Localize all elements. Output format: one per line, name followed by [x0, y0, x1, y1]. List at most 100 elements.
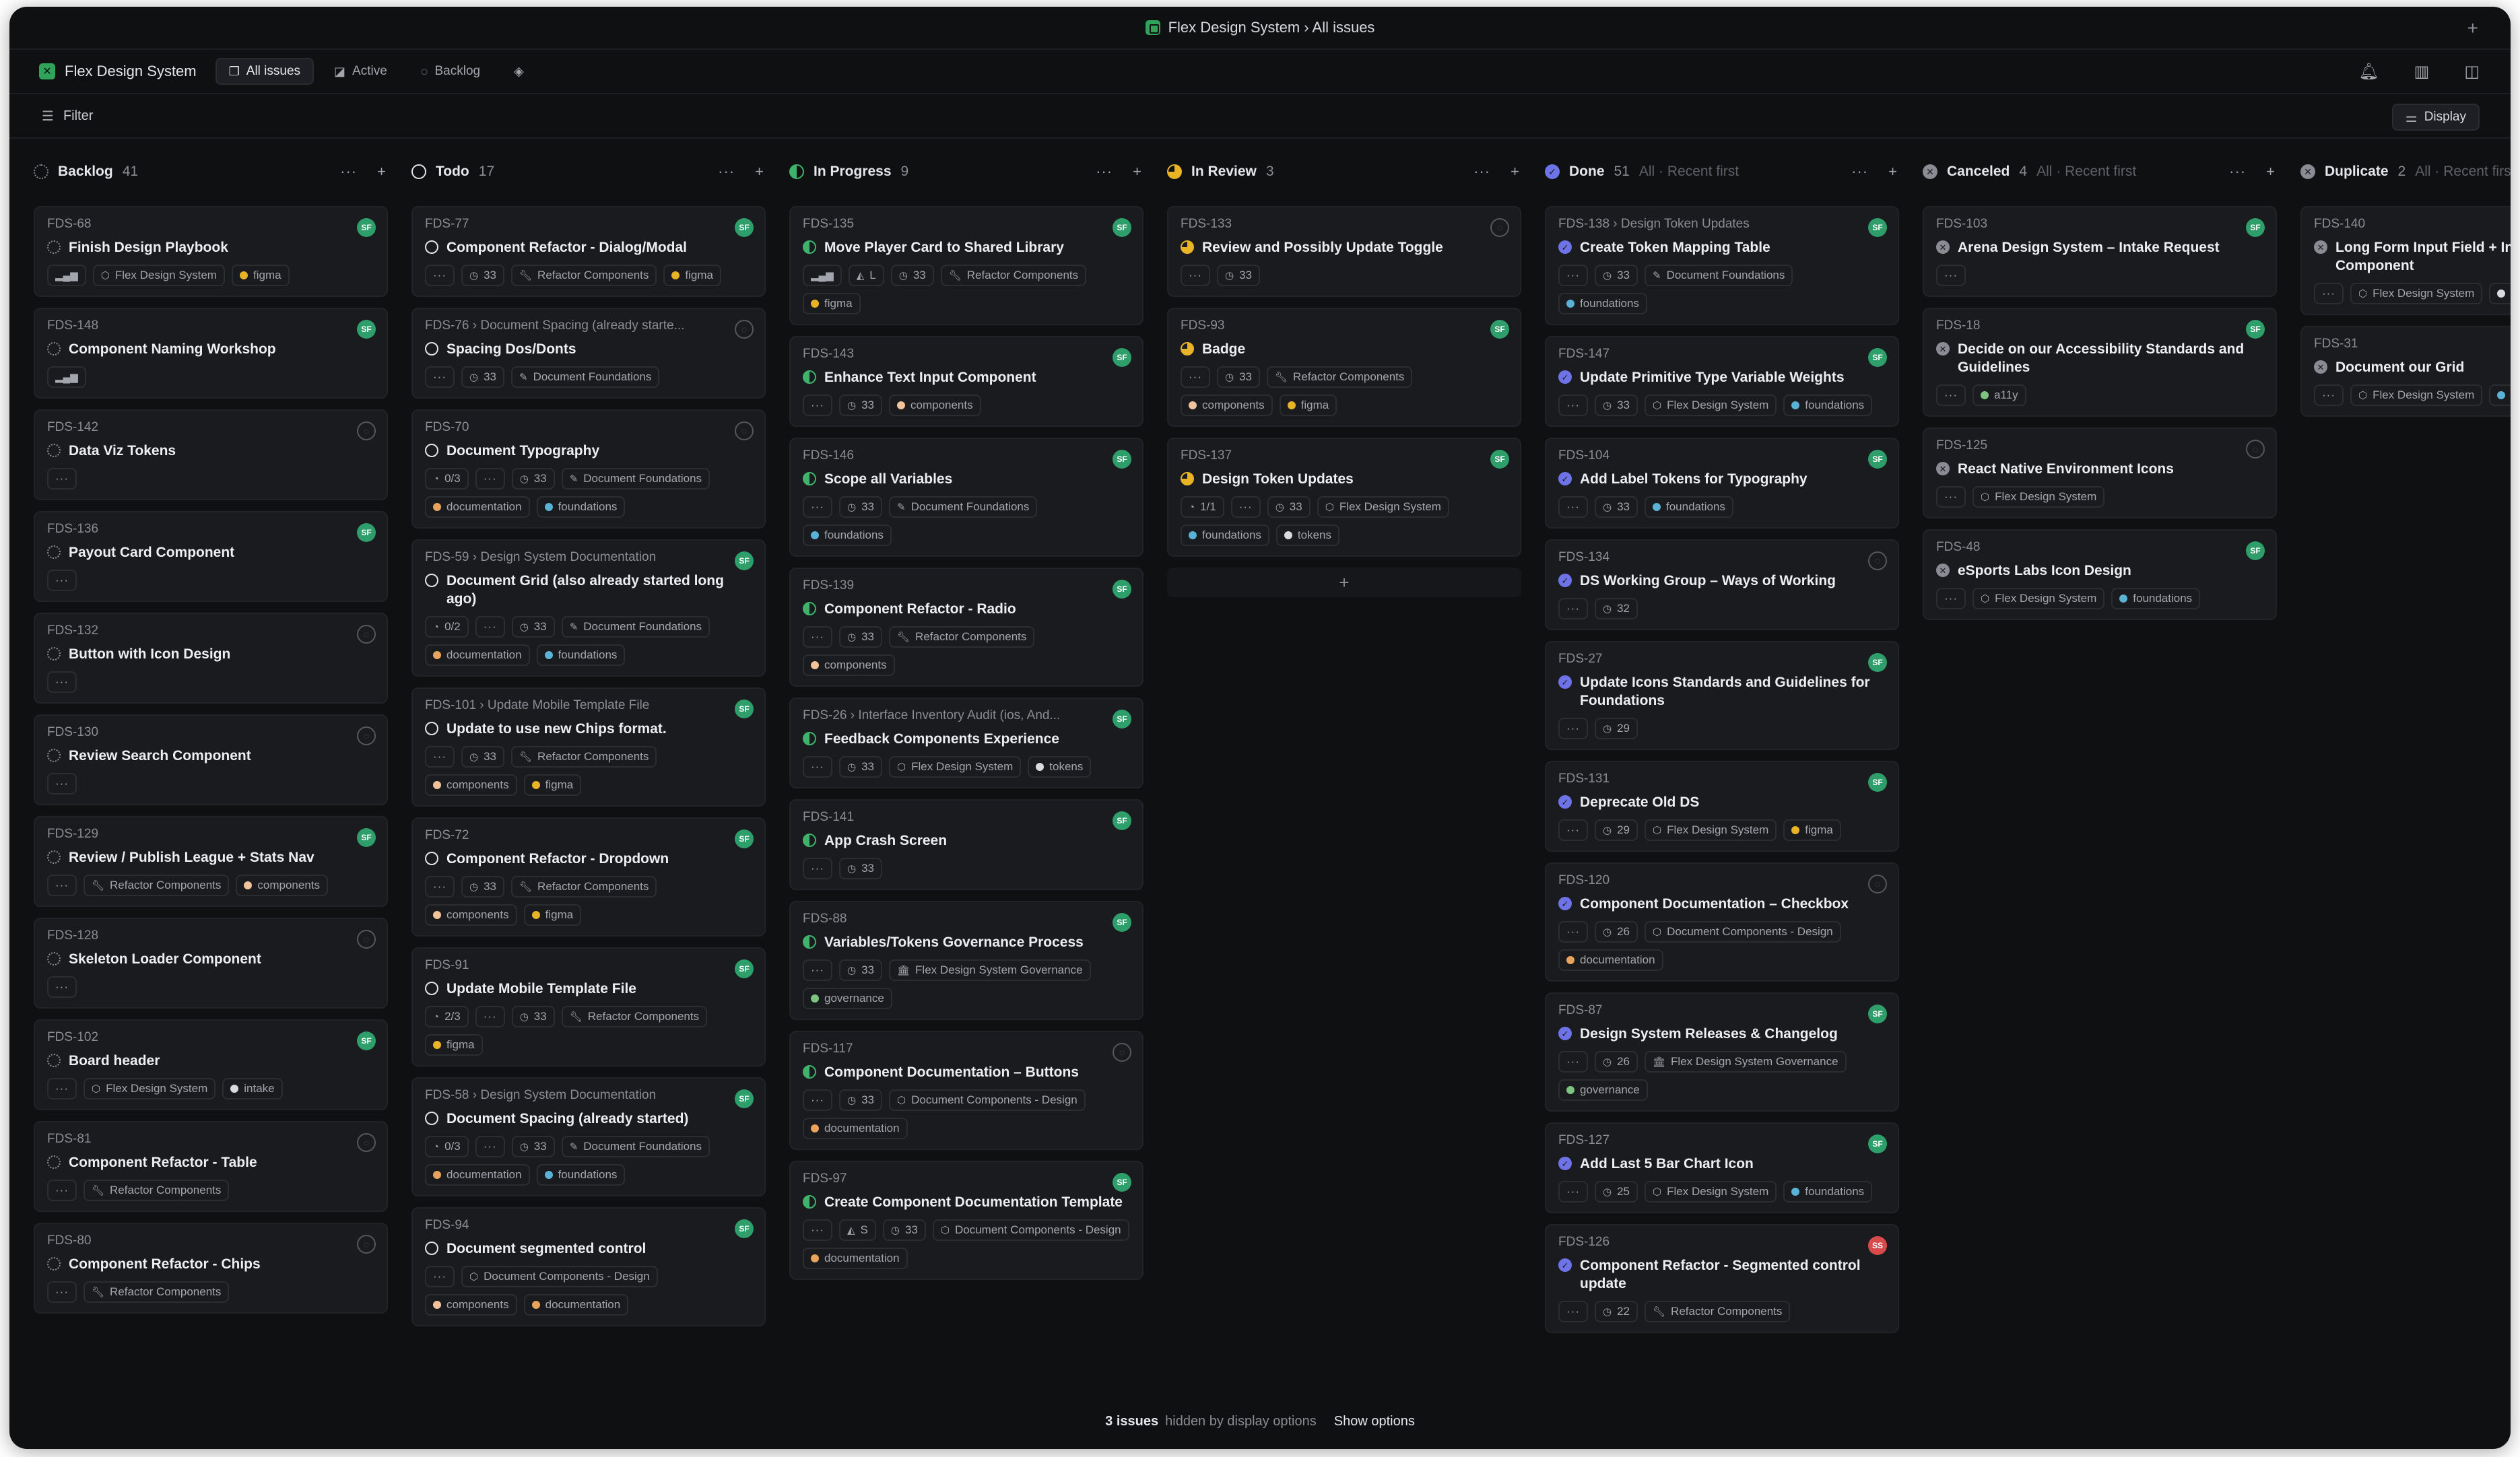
issue-card[interactable]: FDS-125 ◌ ✕ React Native Environment Icons ·… — [1923, 428, 2277, 518]
backlog-status-icon[interactable] — [47, 444, 61, 457]
issue-card[interactable]: FDS-26 › Interface Inventory Audit (ios,… — [789, 698, 1143, 788]
done-status-icon[interactable]: ✓ — [1545, 164, 1560, 179]
assignee-avatar[interactable]: SF — [357, 523, 376, 542]
priority-none-chip[interactable]: ··· — [803, 858, 832, 879]
unassigned-icon[interactable]: ◌ — [735, 421, 754, 440]
assignee-avatar[interactable]: SF — [2246, 320, 2265, 339]
wrench-chip[interactable]: 🔧︎ Refactor Components — [940, 265, 1087, 286]
todo-status-icon[interactable] — [425, 722, 438, 735]
label-chip[interactable]: documentation — [425, 496, 530, 518]
priority-none-chip[interactable]: ··· — [803, 1089, 832, 1111]
progress-chip[interactable]: ◔ 0/3 — [425, 468, 469, 489]
assignee-avatar[interactable]: SF — [357, 828, 376, 847]
backlog-status-icon[interactable] — [47, 1155, 61, 1169]
unassigned-icon[interactable]: ◌ — [1490, 218, 1509, 237]
todo-status-icon[interactable] — [425, 574, 438, 587]
tab-active[interactable]: ◪ Active — [321, 58, 401, 85]
issue-card[interactable]: FDS-102 SF Board header ··· ⬡ Flex Design Sys… — [34, 1019, 388, 1110]
todo-status-icon[interactable] — [425, 444, 438, 457]
workspace-switcher[interactable]: ✕ Flex Design System — [39, 63, 197, 80]
in-progress-status-icon[interactable] — [803, 240, 816, 254]
pencil-ruler-chip[interactable]: ✎ Document Foundations — [889, 496, 1038, 518]
label-chip[interactable]: intake — [2489, 283, 2511, 304]
issue-card[interactable]: FDS-27 SF ✓ Update Icons Standards and Guid… — [1545, 641, 1899, 750]
assignee-avatar[interactable]: SF — [735, 218, 754, 237]
label-chip[interactable]: documentation — [803, 1118, 908, 1139]
priority-none-chip[interactable]: ··· — [1936, 384, 1966, 406]
assignee-avatar[interactable]: SF — [1113, 348, 1131, 367]
label-chip[interactable]: figma — [523, 904, 582, 926]
label-chip[interactable]: documentation — [425, 1164, 530, 1186]
add-card-button[interactable]: + — [1167, 568, 1521, 597]
done-status-icon[interactable]: ✓ — [1558, 1027, 1572, 1040]
pencil-ruler-chip[interactable]: ✎ Document Foundations — [1645, 265, 1793, 286]
issue-card[interactable]: FDS-136 SF Payout Card Component ··· — [34, 511, 388, 602]
issue-card[interactable]: FDS-129 SF Review / Publish League + Stats… — [34, 816, 388, 907]
assignee-avatar[interactable]: SF — [1868, 1005, 1887, 1023]
estimate-chip[interactable]: ◷ 33 — [1267, 496, 1311, 518]
assignee-avatar[interactable]: SF — [735, 1089, 754, 1108]
priority-none-chip[interactable]: ··· — [425, 746, 455, 768]
label-chip[interactable]: figma — [523, 774, 582, 796]
issue-card[interactable]: FDS-147 SF ✓ Update Primitive Type Variable… — [1545, 336, 1899, 427]
assignee-avatar[interactable]: SF — [1113, 1173, 1131, 1192]
assignee-avatar[interactable]: SF — [1113, 450, 1131, 469]
priority-none-chip[interactable]: ··· — [1558, 819, 1588, 841]
priority-none-chip[interactable]: ··· — [1558, 718, 1588, 739]
canceled-status-icon[interactable]: ✕ — [1936, 240, 1950, 254]
issue-card[interactable]: FDS-58 › Design System Documentation SF Do… — [411, 1077, 766, 1196]
project-chip[interactable]: ⬡ Flex Design System — [83, 1078, 216, 1099]
issue-card[interactable]: FDS-101 › Update Mobile Template File SF U… — [411, 687, 766, 807]
label-chip[interactable]: documentation — [425, 644, 530, 666]
estimate-chip[interactable]: ◷ 33 — [1216, 265, 1260, 286]
backlog-status-icon[interactable] — [47, 749, 61, 762]
estimate-chip[interactable]: ◷ 29 — [1594, 718, 1638, 739]
estimate-chip[interactable]: ◷ 26 — [1594, 921, 1638, 943]
estimate-chip[interactable]: ◷ 33 — [511, 468, 555, 489]
issue-card[interactable]: FDS-72 SF Component Refactor - Dropdown ···… — [411, 817, 766, 937]
label-chip[interactable]: figma — [425, 1034, 483, 1056]
issue-card[interactable]: FDS-140◌✕Long Form Input Field + Input F… — [2300, 206, 2511, 315]
project-chip[interactable]: ⬡ Flex Design System — [1972, 588, 2105, 609]
label-chip[interactable]: foundations — [2111, 588, 2201, 609]
canceled-status-icon[interactable]: ✕ — [1936, 342, 1950, 355]
issue-card[interactable]: FDS-135 SF Move Player Card to Shared Libr… — [789, 206, 1143, 325]
assignee-avatar[interactable]: SF — [1868, 1134, 1887, 1153]
tab-all-issues[interactable]: ❐ All issues — [215, 58, 314, 85]
wrench-chip[interactable]: 🔧︎ Refactor Components — [511, 746, 657, 768]
label-chip[interactable]: documentation — [1558, 949, 1663, 971]
unassigned-icon[interactable]: ◌ — [2246, 440, 2265, 459]
issue-card[interactable]: FDS-131 SF ✓ Deprecate Old DS ··· ◷ 29 ⬡ Flex De… — [1545, 761, 1899, 852]
priority-none-chip[interactable]: ··· — [1230, 496, 1261, 518]
issue-card[interactable]: FDS-104 SF ✓ Add Label Tokens for Typograph… — [1545, 438, 1899, 529]
notifications-icon[interactable]: 🔔︎ — [2358, 62, 2379, 81]
more-icon[interactable]: ··· — [1096, 163, 1113, 180]
in-progress-status-icon[interactable] — [803, 602, 816, 615]
issue-card[interactable]: FDS-88 SF Variables/Tokens Governance Proc… — [789, 901, 1143, 1020]
in-review-status-icon[interactable] — [1181, 472, 1194, 485]
issue-card[interactable]: FDS-68 SF Finish Design Playbook ▂▄▆ ⬡ Flex D… — [34, 206, 388, 297]
estimate-chip[interactable]: ◷ 33 — [511, 1006, 555, 1027]
filter-button[interactable]: Filter — [63, 108, 93, 124]
done-status-icon[interactable]: ✓ — [1558, 370, 1572, 384]
issue-card[interactable]: FDS-128 ◌ Skeleton Loader Component ··· — [34, 918, 388, 1009]
label-chip[interactable]: foundations — [536, 1164, 626, 1186]
issue-card[interactable]: FDS-143 SF Enhance Text Input Component ···… — [789, 336, 1143, 427]
project-chip[interactable]: ⬡ Flex Design System — [1317, 496, 1449, 518]
label-chip[interactable]: foundations — [1181, 524, 1269, 546]
issue-card[interactable]: FDS-142 ◌ Data Viz Tokens ··· — [34, 409, 388, 500]
more-icon[interactable]: ··· — [1473, 163, 1490, 180]
label-chip[interactable]: governance — [1558, 1079, 1648, 1101]
priority-none-chip[interactable]: ··· — [2314, 283, 2344, 304]
done-status-icon[interactable]: ✓ — [1558, 240, 1572, 254]
backlog-status-icon[interactable] — [47, 1054, 61, 1067]
project-chip[interactable]: ⬡ Flex Design System — [2350, 384, 2483, 406]
column-sort-meta[interactable]: All · Recent first — [2036, 164, 2136, 180]
priority-none-chip[interactable]: ··· — [803, 395, 832, 416]
unassigned-icon[interactable]: ◌ — [357, 726, 376, 745]
issue-card[interactable]: FDS-70 ◌ Document Typography ◔ 0/3 ··· ◷ 33 ✎ Doc… — [411, 409, 766, 529]
backlog-status-icon[interactable] — [47, 1257, 61, 1270]
priority-none-chip[interactable]: ··· — [803, 756, 832, 778]
done-status-icon[interactable]: ✓ — [1558, 1157, 1572, 1170]
priority-none-chip[interactable]: ··· — [1558, 496, 1588, 518]
